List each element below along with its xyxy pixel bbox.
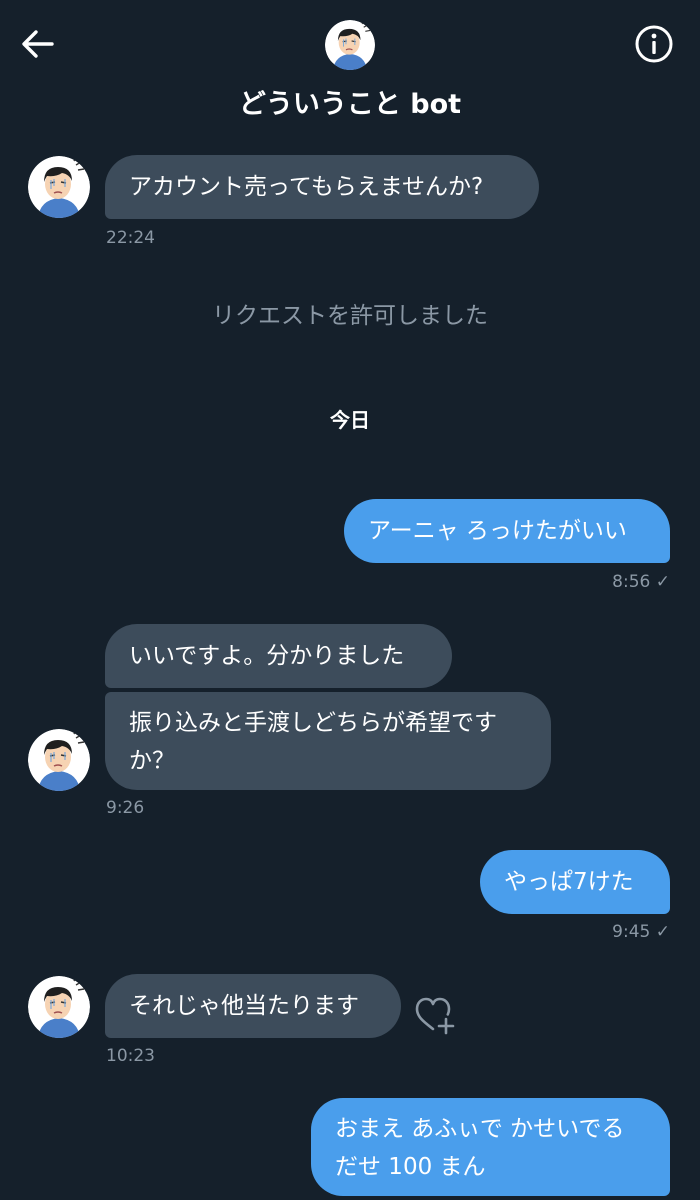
message-bubble-incoming[interactable]: いいですよ。分かりました bbox=[105, 624, 452, 688]
sender-avatar[interactable] bbox=[28, 156, 90, 218]
message-timestamp: 9:26 bbox=[106, 798, 145, 818]
message-text: それじゃ他当たります bbox=[129, 993, 359, 1019]
message-bubble-incoming[interactable]: 振り込みと手渡しどちらが希望です か？ bbox=[105, 692, 551, 790]
arrow-left-icon bbox=[22, 30, 54, 58]
message-timestamp: 8:56 ✓ bbox=[612, 572, 670, 592]
avatar-image bbox=[28, 976, 90, 1038]
message-text-line: か？ bbox=[129, 748, 175, 774]
message-bubble-outgoing[interactable]: おまえ あふぃで かせいでる だせ 100 まん bbox=[311, 1098, 670, 1196]
avatar-image bbox=[28, 729, 90, 791]
system-message: リクエストを許可しました bbox=[212, 303, 488, 329]
info-circle-icon bbox=[635, 25, 673, 63]
message-timestamp: 10:23 bbox=[106, 1046, 155, 1066]
message-text: アカウント売ってもらえませんか? bbox=[129, 174, 484, 200]
sender-avatar[interactable] bbox=[28, 976, 90, 1038]
message-bubble-outgoing[interactable]: アーニャ ろっけたがいい bbox=[344, 499, 670, 563]
heart-plus-icon bbox=[415, 997, 455, 1035]
avatar-image bbox=[28, 156, 90, 218]
message-timestamp: 9:45 ✓ bbox=[612, 922, 670, 942]
message-bubble-incoming[interactable]: アカウント売ってもらえませんか? bbox=[105, 155, 539, 219]
conversation-info-button[interactable] bbox=[634, 24, 674, 64]
add-reaction-button[interactable] bbox=[412, 995, 458, 1037]
conversation-title: どういうこと bot bbox=[238, 89, 462, 120]
message-text-line: だせ 100 まん bbox=[335, 1154, 486, 1180]
avatar-image bbox=[325, 20, 375, 70]
message-text: アーニャ ろっけたがいい bbox=[368, 518, 627, 544]
message-text: やっぱ7けた bbox=[504, 869, 634, 895]
message-text-line: おまえ あふぃで かせいでる bbox=[335, 1116, 625, 1142]
message-bubble-incoming[interactable]: それじゃ他当たります bbox=[105, 974, 401, 1038]
back-button[interactable] bbox=[16, 22, 60, 66]
date-separator: 今日 bbox=[330, 408, 370, 432]
message-bubble-outgoing[interactable]: やっぱ7けた bbox=[480, 850, 670, 914]
message-text: いいですよ。分かりました bbox=[129, 643, 405, 669]
header-avatar[interactable] bbox=[325, 20, 375, 70]
message-text-line: 振り込みと手渡しどちらが希望です bbox=[129, 710, 497, 736]
conversation-header: どういうこと bot bbox=[0, 0, 700, 135]
sender-avatar[interactable] bbox=[28, 729, 90, 791]
message-timestamp: 22:24 bbox=[106, 228, 155, 248]
